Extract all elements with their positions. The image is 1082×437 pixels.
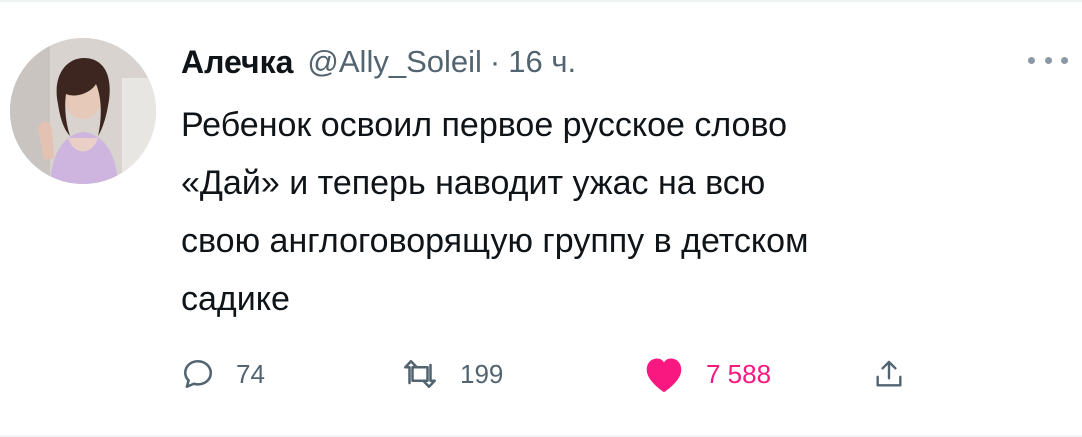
share-icon <box>876 360 902 387</box>
retweet-icon <box>404 359 436 389</box>
share-button[interactable] <box>872 350 906 398</box>
more-dot <box>1061 56 1068 64</box>
reply-button[interactable]: 74 <box>180 350 265 398</box>
action-bar: 74 199 7 588 <box>180 350 940 398</box>
tweet-text-line: «Дай» и теперь наводит ужас на всю <box>181 164 766 202</box>
like-button[interactable]: 7 588 <box>642 350 771 398</box>
tweet-text: Ребенок освоил первое русское слово «Дай… <box>181 96 1061 328</box>
tweet-header: Алечка @Ally_Soleil · 16 ч. <box>181 40 576 84</box>
timestamp[interactable]: 16 ч. <box>508 44 576 80</box>
tweet[interactable]: Алечка @Ally_Soleil · 16 ч. Ребенок осво… <box>0 0 1082 437</box>
author-handle[interactable]: @Ally_Soleil <box>307 44 481 80</box>
tweet-text-line: свою англоговорящую группу в детском <box>181 222 809 260</box>
retweet-button[interactable]: 199 <box>400 350 503 398</box>
more-options-button[interactable] <box>1028 48 1068 72</box>
author-name[interactable]: Алечка <box>181 44 293 81</box>
more-dot <box>1044 56 1052 64</box>
more-dot <box>1028 56 1035 64</box>
like-count: 7 588 <box>706 358 772 389</box>
retweet-count: 199 <box>460 358 504 389</box>
tweet-text-line: садике <box>181 280 290 318</box>
avatar-photo <box>10 38 156 184</box>
separator-dot: · <box>489 44 501 79</box>
heart-icon <box>646 358 682 393</box>
tweet-text-line: Ребенок освоил первое русское слово <box>181 106 788 144</box>
comment-icon <box>183 359 213 389</box>
reply-count: 74 <box>236 358 265 389</box>
avatar[interactable] <box>10 38 156 184</box>
